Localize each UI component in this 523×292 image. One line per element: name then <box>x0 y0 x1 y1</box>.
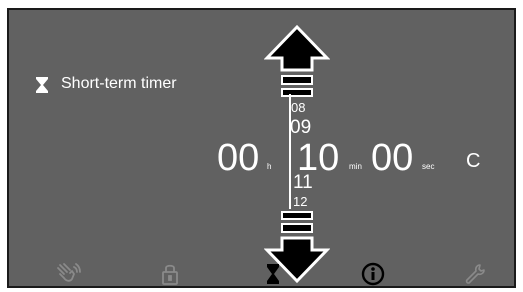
info-icon[interactable] <box>360 262 386 286</box>
minutes-unit: min <box>349 162 362 171</box>
timer-title: Short-term timer <box>61 75 177 92</box>
seconds-unit: sec <box>422 162 435 171</box>
hours-unit: h <box>267 162 272 171</box>
minute-scroll-above-1: 09 <box>290 117 312 138</box>
timer-screen: Short-term timer 08 09 11 12 00 h 10 min… <box>7 8 516 288</box>
wrench-icon[interactable] <box>462 262 488 286</box>
seconds-value[interactable]: 00 <box>371 139 413 177</box>
minutes-value[interactable]: 10 <box>297 139 339 177</box>
hourglass-icon <box>36 77 48 93</box>
hours-value[interactable]: 00 <box>217 139 259 177</box>
hourglass-tab-icon[interactable] <box>260 262 286 286</box>
lock-icon[interactable] <box>157 262 183 286</box>
minute-scroll-below-2: 12 <box>293 194 308 209</box>
scroll-up-arrow[interactable] <box>264 24 330 102</box>
clear-button[interactable]: C <box>466 150 480 173</box>
minute-scroll-above-2: 08 <box>291 100 306 115</box>
hand-wave-icon[interactable] <box>55 262 81 286</box>
